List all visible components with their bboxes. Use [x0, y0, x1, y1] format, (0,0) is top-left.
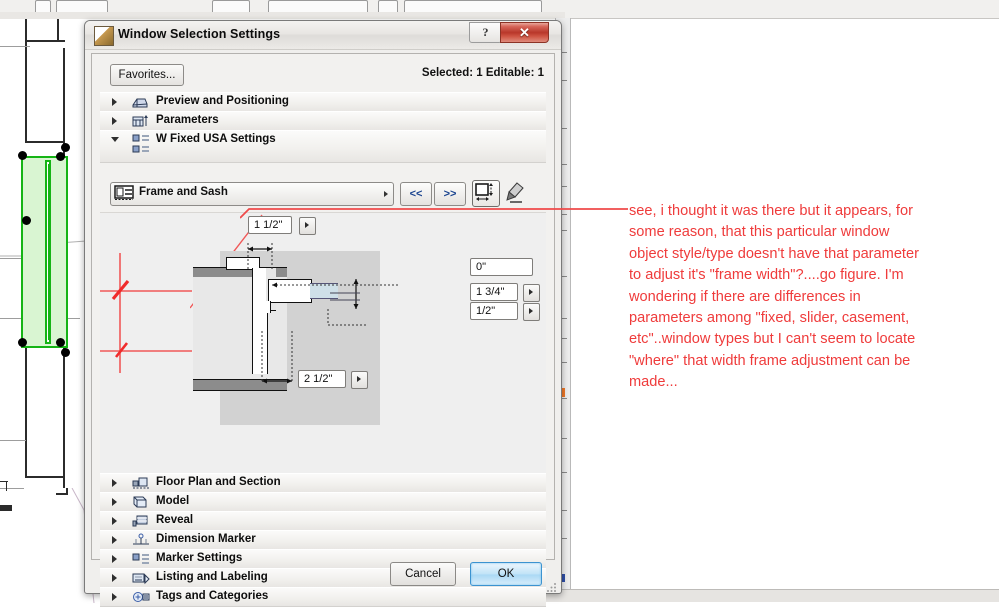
field-bottom-dimension[interactable]: 2 1/2" [298, 370, 346, 388]
dialog-title: Window Selection Settings [118, 27, 281, 41]
combobox-value: Frame and Sash [139, 186, 228, 198]
wall-segment [25, 141, 65, 143]
tree-item-parameters[interactable]: Parameters [100, 111, 546, 131]
model-icon [132, 495, 148, 509]
tree-item-preview-and-positioning[interactable]: Preview and Positioning [100, 92, 546, 112]
annotation-text: see, i thought it was there but it appea… [629, 203, 919, 391]
tree-item-label: Preview and Positioning [156, 95, 289, 107]
parameters-icon [132, 114, 148, 128]
tree-item-w-fixed-usa-settings[interactable]: W Fixed USA Settings [100, 130, 546, 163]
selection-hotspot[interactable] [61, 348, 70, 357]
window-selection-settings-dialog[interactable]: Window Selection Settings ? ✕ ◀ Favorite… [84, 20, 562, 607]
selection-hotspot[interactable] [18, 338, 27, 347]
listing-labeling-icon [132, 571, 150, 585]
reveal-icon [132, 514, 148, 528]
selection-hotspot[interactable] [61, 143, 70, 152]
archicad-logo-icon [94, 26, 114, 46]
chevron-right-icon [384, 191, 388, 197]
tree-item-label: Parameters [156, 114, 219, 126]
tree-item-label: Dimension Marker [156, 533, 256, 545]
floor-plan-section-icon [132, 476, 149, 490]
parameter-preview-canvas[interactable]: 1 1/2" 0" 1 3/4" 1/2" 2 1/2" [100, 212, 546, 473]
field-offset[interactable]: 0" [470, 258, 533, 276]
marker-settings-icon [132, 552, 149, 566]
wall-segment [25, 476, 65, 478]
dialog-content-panel: Favorites... Selected: 1 Editable: 1 Pre… [91, 53, 555, 607]
selection-hotspot[interactable] [18, 151, 27, 160]
help-button[interactable]: ? [469, 22, 502, 43]
grid-line [0, 46, 30, 47]
toolbar-secondary-strip [0, 12, 565, 19]
tree-item-dimension-marker[interactable]: Dimension Marker [100, 530, 546, 550]
frame-sash-icon [114, 185, 134, 201]
close-button[interactable]: ✕ [500, 22, 549, 43]
tree-item-model[interactable]: Model [100, 492, 546, 512]
grid-line [0, 440, 26, 441]
ok-button[interactable]: OK [470, 562, 542, 586]
spinner-reveal-depth[interactable] [523, 303, 540, 321]
dimension-lines [247, 243, 400, 384]
tree-item-label: Reveal [156, 514, 194, 526]
tree-item-tags-and-categories[interactable]: Tags and Categories [100, 587, 546, 607]
wall-segment [57, 18, 59, 40]
spinner-sash-thickness[interactable] [523, 284, 540, 302]
annotation-leader-line [240, 208, 628, 219]
tree-item-label: W Fixed USA Settings [156, 133, 276, 145]
wall-segment [0, 505, 12, 511]
wall-segment [6, 481, 7, 491]
grid-line [0, 488, 24, 489]
tree-item-label: Tags and Categories [156, 590, 269, 602]
tree-item-reveal[interactable]: Reveal [100, 511, 546, 531]
spinner-bottom-dimension[interactable] [351, 371, 368, 389]
tree-item-label: Floor Plan and Section [156, 476, 281, 488]
selection-hotspot[interactable] [56, 338, 65, 347]
tree-item-label: Listing and Labeling [156, 571, 268, 583]
wall-segment [25, 40, 65, 42]
tree-item-label: Model [156, 495, 190, 507]
field-sash-thickness[interactable]: 1 3/4" [470, 283, 518, 301]
resize-grip-icon[interactable] [546, 579, 557, 592]
wall-segment [25, 18, 27, 143]
preview-positioning-icon [132, 95, 148, 109]
favorites-button[interactable]: Favorites... [110, 64, 184, 86]
cancel-button[interactable]: Cancel [390, 562, 456, 586]
window-glass-graphic [48, 164, 51, 340]
fixed-usa-settings-icon [132, 133, 149, 159]
tree-item-label: Marker Settings [156, 552, 243, 564]
dimension-marker-icon [132, 533, 149, 547]
selection-status-label: Selected: 1 Editable: 1 [421, 67, 544, 79]
tags-categories-icon [132, 590, 150, 604]
tree-item-floor-plan-and-section[interactable]: Floor Plan and Section [100, 473, 546, 493]
field-reveal-depth[interactable]: 1/2" [470, 302, 518, 320]
wall-segment [25, 328, 27, 478]
dialog-title-bar[interactable]: Window Selection Settings ? ✕ [85, 21, 561, 50]
selection-hotspot[interactable] [22, 216, 31, 225]
selection-hotspot[interactable] [56, 152, 65, 161]
